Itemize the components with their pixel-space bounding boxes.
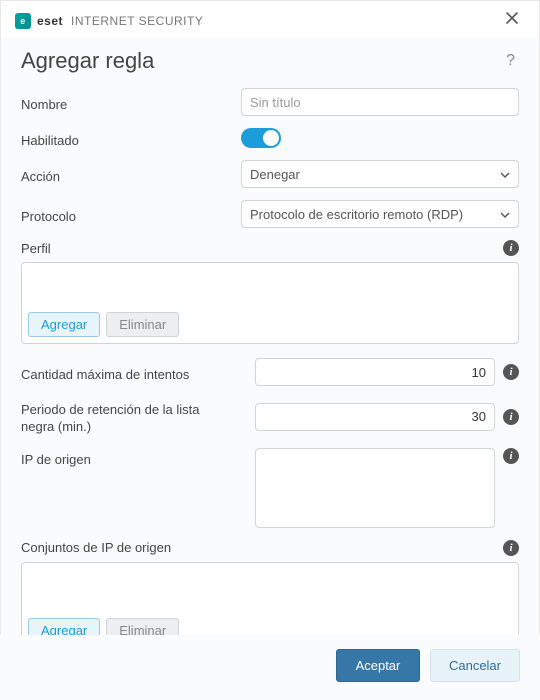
cancel-button[interactable]: Cancelar <box>430 649 520 682</box>
profile-label: Perfil <box>21 241 503 256</box>
info-icon[interactable]: i <box>503 409 519 425</box>
help-icon[interactable]: ? <box>502 48 519 74</box>
protocol-label: Protocolo <box>21 205 231 224</box>
dialog-footer: Aceptar Cancelar <box>0 635 540 700</box>
source-ip-input[interactable] <box>255 448 495 528</box>
brand: e eset INTERNET SECURITY <box>15 13 203 29</box>
info-icon[interactable]: i <box>503 364 519 380</box>
enabled-label: Habilitado <box>21 129 231 148</box>
chevron-down-icon <box>500 167 510 181</box>
max-attempts-input[interactable] <box>255 358 495 386</box>
source-ip-sets-label: Conjuntos de IP de origen <box>21 540 503 555</box>
page-title: Agregar regla <box>21 48 502 74</box>
action-select[interactable]: Denegar <box>241 160 519 188</box>
info-icon[interactable]: i <box>503 540 519 556</box>
profile-delete-button[interactable]: Eliminar <box>106 312 179 337</box>
accept-button[interactable]: Aceptar <box>336 649 420 682</box>
brand-name-light: INTERNET SECURITY <box>71 14 203 28</box>
retention-label: Periodo de retención de la lista negra (… <box>21 398 231 436</box>
action-select-value: Denegar <box>250 167 300 182</box>
info-icon[interactable]: i <box>503 448 519 464</box>
source-ip-label: IP de origen <box>21 448 231 467</box>
profile-add-button[interactable]: Agregar <box>28 312 100 337</box>
brand-name-bold: eset <box>37 14 63 28</box>
chevron-down-icon <box>500 207 510 221</box>
retention-input[interactable] <box>255 403 495 431</box>
enabled-toggle[interactable] <box>241 128 281 148</box>
action-label: Acción <box>21 165 231 184</box>
titlebar: e eset INTERNET SECURITY <box>1 1 539 38</box>
profile-listbox[interactable]: Agregar Eliminar <box>21 262 519 344</box>
info-icon[interactable]: i <box>503 240 519 256</box>
protocol-select-value: Protocolo de escritorio remoto (RDP) <box>250 207 463 222</box>
brand-logo-icon: e <box>15 13 31 29</box>
max-attempts-label: Cantidad máxima de intentos <box>21 363 231 382</box>
name-input[interactable] <box>241 88 519 116</box>
close-icon[interactable] <box>499 7 525 34</box>
name-label: Nombre <box>21 93 231 112</box>
protocol-select[interactable]: Protocolo de escritorio remoto (RDP) <box>241 200 519 228</box>
